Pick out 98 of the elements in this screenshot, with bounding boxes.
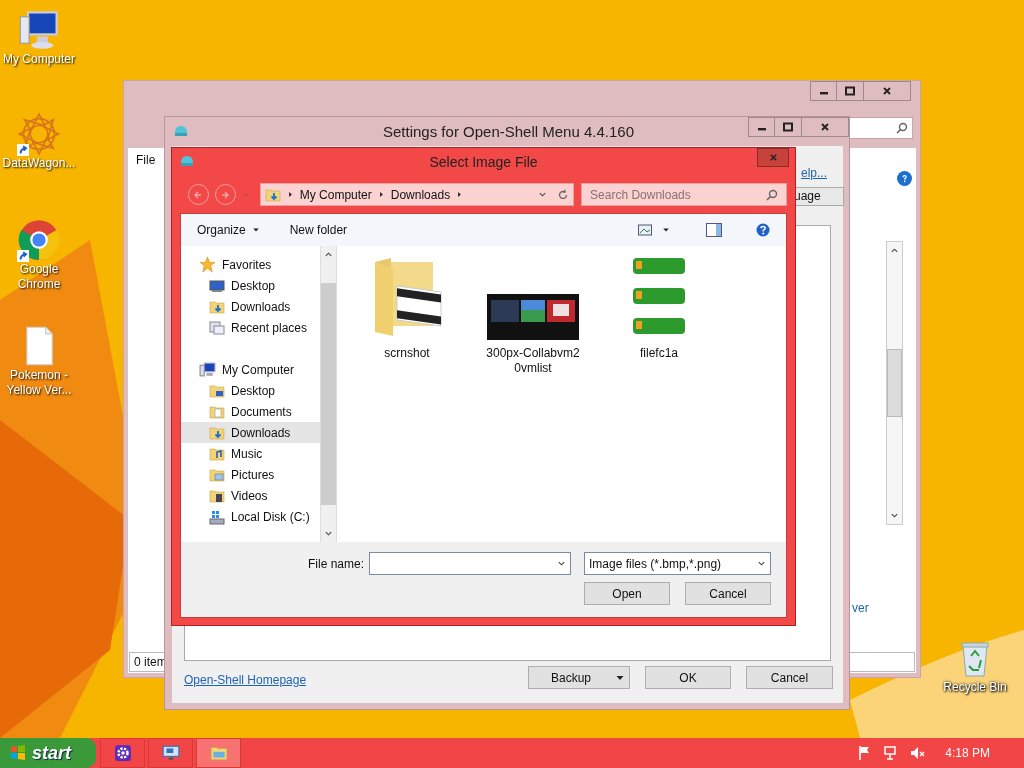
breadcrumb-item[interactable]: Downloads bbox=[390, 185, 451, 204]
tree-item[interactable]: Downloads bbox=[181, 296, 320, 317]
button[interactable]: Backup bbox=[528, 666, 630, 689]
chrome-icon bbox=[17, 218, 61, 262]
taskbar-button[interactable] bbox=[148, 738, 193, 768]
gear-icon bbox=[113, 744, 132, 762]
monitor-icon bbox=[161, 744, 180, 762]
computer-icon bbox=[199, 361, 216, 378]
dropdown-arrow-icon bbox=[251, 226, 260, 234]
folder-item[interactable]: scrnshot bbox=[357, 252, 457, 361]
scrollbar-thumb[interactable] bbox=[887, 349, 902, 417]
scrollbar[interactable] bbox=[886, 241, 903, 525]
image-file-item[interactable]: filefc1a bbox=[609, 252, 709, 361]
dropdown-arrow-icon bbox=[662, 226, 670, 234]
button[interactable]: OK bbox=[645, 666, 731, 689]
scroll-up-icon[interactable] bbox=[890, 246, 899, 255]
tree-item[interactable]: Videos bbox=[181, 485, 320, 506]
scroll-down-icon[interactable] bbox=[890, 511, 899, 520]
help-link[interactable]: elp... bbox=[801, 164, 827, 182]
videos-folder-icon bbox=[209, 487, 225, 504]
app-icon bbox=[173, 123, 189, 139]
minimize-button[interactable] bbox=[748, 117, 775, 137]
field-label: File name: bbox=[307, 555, 364, 573]
scrollbar-thumb[interactable] bbox=[321, 283, 336, 505]
scrollbar[interactable] bbox=[320, 246, 337, 542]
breadcrumb-item[interactable]: My Computer bbox=[299, 185, 372, 204]
image-file-item[interactable]: 300px-Collabvm20vmlist bbox=[483, 252, 583, 376]
view-options-button[interactable] bbox=[638, 224, 670, 236]
app-icon bbox=[179, 153, 195, 169]
breadcrumb-arrow-icon bbox=[377, 191, 385, 198]
button[interactable]: Cancel bbox=[746, 666, 833, 689]
close-button[interactable] bbox=[802, 117, 849, 137]
computer-icon bbox=[17, 8, 61, 52]
tree-item[interactable]: Recent places bbox=[181, 317, 320, 338]
downloads-folder-icon bbox=[209, 424, 225, 441]
scroll-down-icon[interactable] bbox=[324, 529, 333, 538]
preview-pane-icon[interactable] bbox=[706, 223, 722, 237]
tree-item[interactable]: Music bbox=[181, 443, 320, 464]
recent-places-icon bbox=[209, 319, 225, 336]
search-icon bbox=[766, 188, 778, 201]
desktop-folder-icon bbox=[209, 382, 225, 399]
windows-logo-icon bbox=[10, 745, 26, 761]
picture-icon bbox=[638, 224, 652, 236]
maximize-icon bbox=[845, 86, 855, 96]
taskbar-button[interactable] bbox=[100, 738, 145, 768]
menu-item[interactable]: File bbox=[136, 151, 156, 169]
file-name-field[interactable] bbox=[369, 552, 571, 575]
maximize-icon bbox=[783, 122, 793, 132]
close-icon bbox=[820, 122, 830, 132]
toolbar-button[interactable]: New folder bbox=[289, 221, 348, 239]
tree-item[interactable]: Documents bbox=[181, 401, 320, 422]
monitor-icon bbox=[209, 277, 225, 294]
taskbar-button[interactable] bbox=[196, 738, 241, 768]
close-icon bbox=[768, 153, 778, 162]
toolbar-button[interactable]: Organize bbox=[197, 221, 260, 239]
clock[interactable]: 4:18 PM bbox=[945, 744, 990, 762]
file-type-dropdown[interactable]: Image files (*.bmp,*.png) bbox=[584, 552, 771, 575]
tree-item[interactable]: Desktop bbox=[181, 275, 320, 296]
breadcrumb-arrow-icon bbox=[456, 191, 464, 198]
tree-item[interactable]: Downloads bbox=[181, 422, 320, 443]
button[interactable]: Open bbox=[584, 582, 670, 605]
folder-icon bbox=[209, 744, 228, 762]
link[interactable]: ver bbox=[852, 599, 869, 617]
tree-item[interactable]: Desktop bbox=[181, 380, 320, 401]
tree-item[interactable]: Favorites bbox=[181, 254, 320, 275]
button[interactable]: Cancel bbox=[685, 582, 771, 605]
homepage-link[interactable]: Open-Shell Homepage bbox=[184, 671, 307, 689]
documents-folder-icon bbox=[209, 403, 225, 420]
close-icon bbox=[882, 86, 892, 96]
start-button[interactable]: start bbox=[0, 738, 96, 768]
refresh-icon[interactable] bbox=[557, 188, 570, 201]
help-icon[interactable] bbox=[756, 223, 770, 237]
star-icon bbox=[199, 256, 216, 273]
downloads-folder-icon bbox=[264, 186, 281, 203]
maximize-button[interactable] bbox=[837, 81, 864, 101]
tree-item[interactable]: Pictures bbox=[181, 464, 320, 485]
breadcrumb-arrow-icon bbox=[286, 191, 294, 198]
mandala-icon bbox=[17, 112, 61, 156]
pictures-folder-icon bbox=[209, 466, 225, 483]
right-arrow-icon bbox=[220, 189, 231, 200]
close-button[interactable] bbox=[757, 148, 789, 167]
disk-drive-icon bbox=[209, 508, 225, 525]
search-field[interactable] bbox=[849, 117, 913, 139]
tree-item[interactable]: Local Disk (C:) bbox=[181, 506, 320, 527]
muted-speaker-icon[interactable] bbox=[909, 745, 926, 761]
left-arrow-icon bbox=[193, 189, 204, 200]
minimize-button[interactable] bbox=[810, 81, 837, 101]
dialog-title: Select Image File bbox=[429, 152, 538, 172]
close-button[interactable] bbox=[864, 81, 911, 101]
search-icon bbox=[896, 122, 908, 134]
question-mark-icon bbox=[900, 174, 909, 183]
scroll-up-icon[interactable] bbox=[324, 250, 333, 259]
address-bar[interactable]: My Computer Downloads bbox=[259, 183, 575, 206]
music-folder-icon bbox=[209, 445, 225, 462]
window-title: Settings for Open-Shell Menu 4.4.160 bbox=[383, 122, 634, 142]
maximize-button[interactable] bbox=[775, 117, 802, 137]
downloads-folder-icon bbox=[209, 298, 225, 315]
tree-item[interactable]: My Computer bbox=[181, 359, 320, 380]
